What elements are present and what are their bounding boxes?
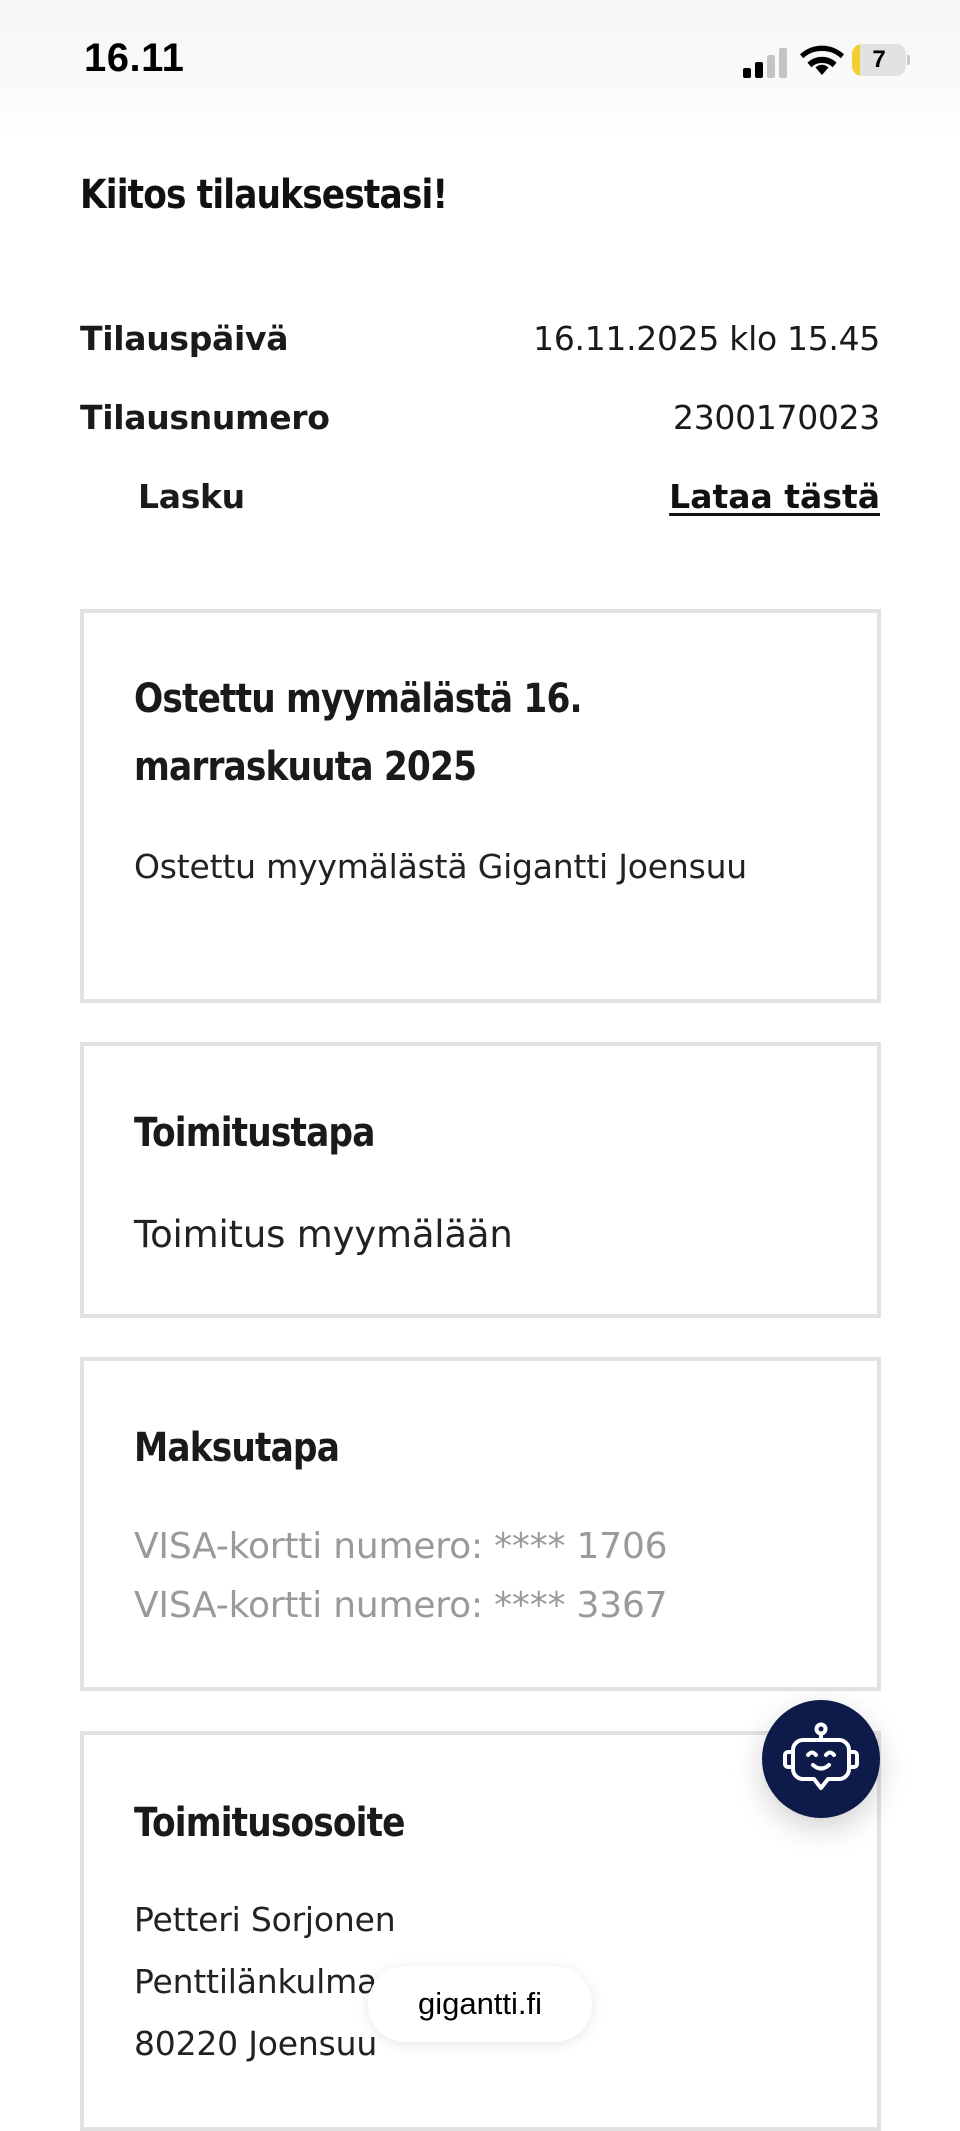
chat-bot-button[interactable] [762, 1700, 880, 1818]
payment-card-line: VISA-kortti numero: **** 1706 [134, 1526, 668, 1567]
payment-method-title: Maksutapa [134, 1425, 340, 1471]
delivery-method-card: Toimitustapa Toimitus myymälään [80, 1042, 881, 1318]
address-line-street: Penttilänkulma [134, 1962, 378, 2001]
order-number-label: Tilausnumero [80, 397, 330, 437]
delivery-address-title: Toimitusosoite [134, 1800, 406, 1846]
address-line-name: Petteri Sorjonen [134, 1900, 396, 1939]
delivery-method-title: Toimitustapa [134, 1110, 375, 1156]
robot-icon [783, 1722, 859, 1790]
purchase-card: Ostettu myymälästä 16. marraskuuta 2025 … [80, 609, 881, 1003]
invoice-row: Lasku Lataa tästä [80, 471, 880, 521]
order-date-label: Tilauspäivä [80, 318, 289, 358]
battery-icon: 7 [852, 44, 910, 76]
order-date-value: 16.11.2025 klo 15.45 [533, 318, 880, 358]
purchase-store-text: Ostettu myymälästä Gigantti Joensuu [134, 847, 748, 886]
wifi-icon [800, 42, 844, 76]
order-date-row: Tilauspäivä 16.11.2025 klo 15.45 [80, 313, 880, 363]
battery-level: 7 [872, 46, 886, 73]
cellular-signal-icon [743, 46, 787, 78]
address-line-city: 80220 Joensuu [134, 2024, 378, 2063]
payment-method-card: Maksutapa VISA-kortti numero: **** 1706 … [80, 1357, 881, 1691]
invoice-label: Lasku [138, 476, 245, 516]
purchase-card-title: Ostettu myymälästä 16. marraskuuta 2025 [134, 676, 583, 790]
invoice-download-link[interactable]: Lataa tästä [669, 477, 880, 516]
delivery-method-text: Toimitus myymälään [134, 1213, 513, 1256]
order-number-row: Tilausnumero 2300170023 [80, 392, 880, 442]
payment-card-line: VISA-kortti numero: **** 3367 [134, 1585, 668, 1626]
status-time: 16.11 [84, 36, 185, 80]
status-bar: 16.11 7 [0, 0, 960, 140]
order-number-value: 2300170023 [673, 397, 880, 437]
browser-url-pill[interactable]: gigantti.fi [368, 1966, 592, 2042]
delivery-address-card: Toimitusosoite Petteri Sorjonen Penttilä… [80, 1731, 881, 2131]
page-title: Kiitos tilauksestasi! [80, 172, 448, 218]
